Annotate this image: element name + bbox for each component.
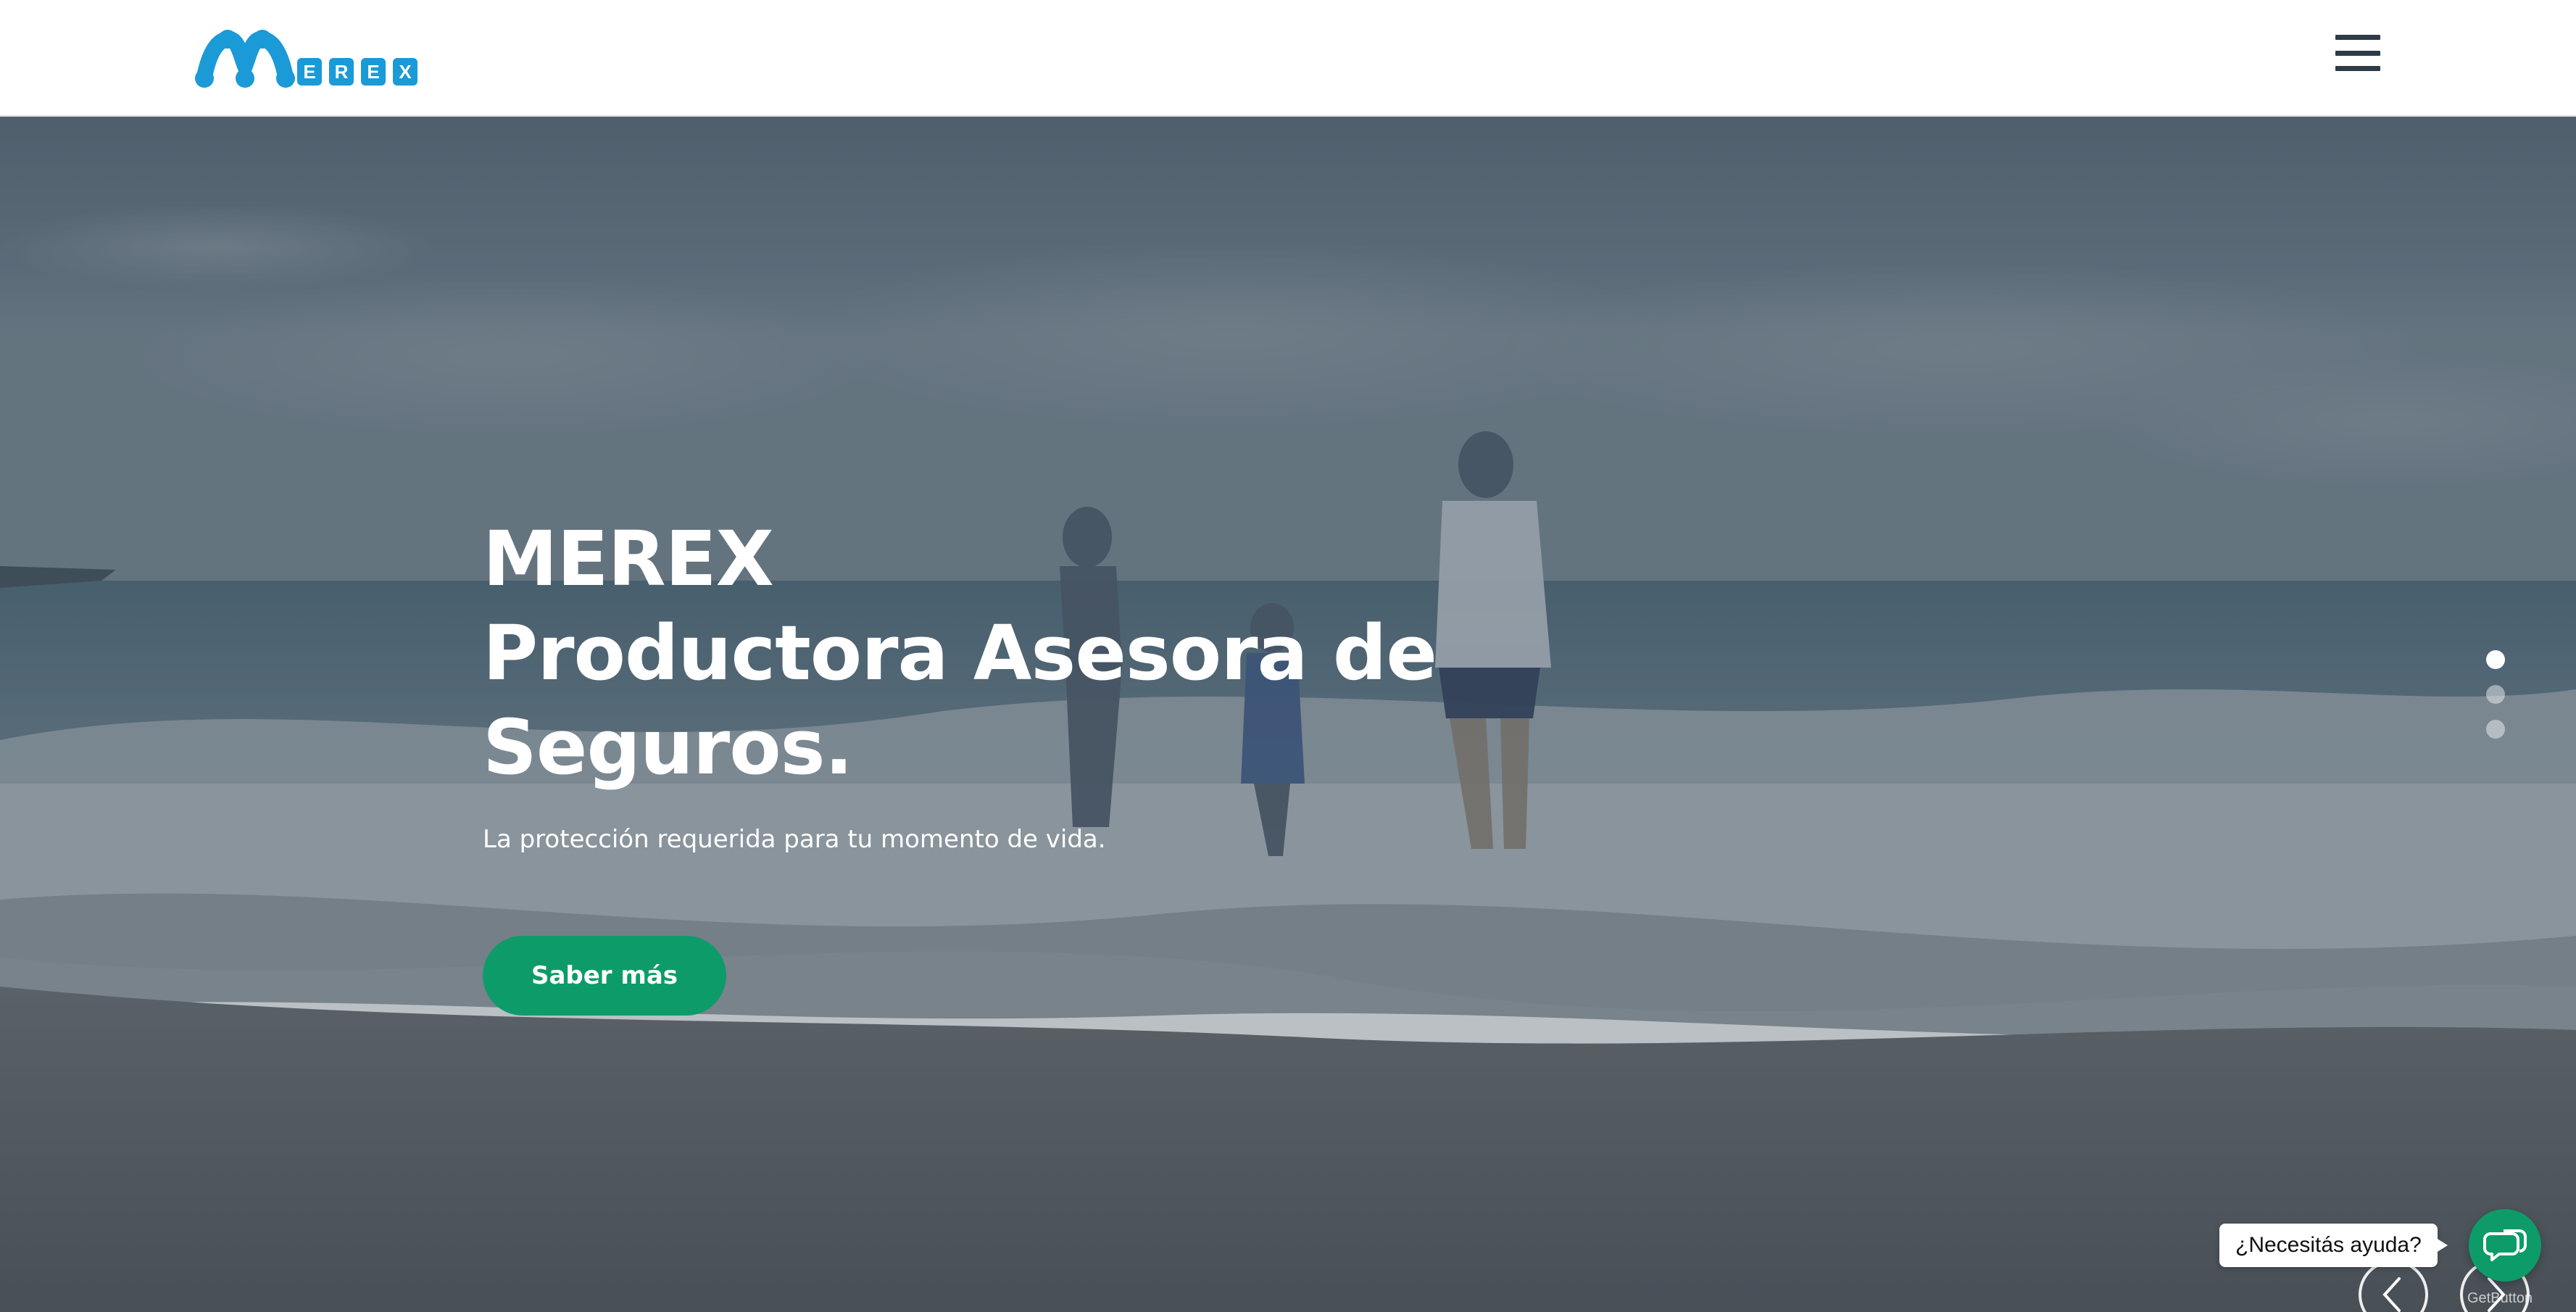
saber-mas-button[interactable]: Saber más bbox=[483, 936, 726, 1016]
hero-title-line: Productora Asesora de bbox=[483, 609, 1437, 697]
merex-logo[interactable]: E R E X bbox=[194, 26, 426, 88]
hamburger-menu-icon[interactable] bbox=[2335, 35, 2380, 71]
chat-button[interactable] bbox=[2469, 1209, 2541, 1282]
chat-help-bubble[interactable]: ¿Necesitás ayuda? bbox=[2219, 1224, 2448, 1267]
getbutton-credit[interactable]: GetButton bbox=[2467, 1290, 2533, 1307]
hamburger-bar bbox=[2335, 35, 2380, 40]
site-header: E R E X bbox=[0, 0, 2576, 117]
hero-title: MEREX Productora Asesora de Seguros. bbox=[483, 512, 1570, 794]
hamburger-bar bbox=[2335, 66, 2380, 71]
slider-dot-3[interactable] bbox=[2486, 720, 2505, 739]
slider-dot-2[interactable] bbox=[2486, 685, 2505, 704]
hero-title-line: Seguros. bbox=[483, 703, 853, 792]
hero-text-block: MEREX Productora Asesora de Seguros. La … bbox=[483, 512, 1570, 1016]
chevron-left-icon bbox=[2382, 1277, 2401, 1312]
hero-slider: MEREX Productora Asesora de Seguros. La … bbox=[0, 117, 2576, 1312]
slider-prev-button[interactable] bbox=[2359, 1260, 2428, 1312]
hero-title-line: MEREX bbox=[483, 515, 774, 603]
slider-dot-1[interactable] bbox=[2486, 650, 2505, 669]
svg-text:R: R bbox=[335, 61, 349, 83]
hamburger-bar bbox=[2335, 50, 2380, 56]
svg-text:X: X bbox=[399, 61, 412, 83]
page: E R E X MEREX Productora Asesora de Segu… bbox=[0, 0, 2576, 1312]
slider-pagination bbox=[2485, 650, 2506, 744]
svg-text:E: E bbox=[367, 61, 379, 83]
chat-icon bbox=[2483, 1229, 2527, 1261]
svg-text:E: E bbox=[303, 61, 315, 83]
hero-subtitle: La protección requerida para tu momento … bbox=[483, 825, 1106, 854]
